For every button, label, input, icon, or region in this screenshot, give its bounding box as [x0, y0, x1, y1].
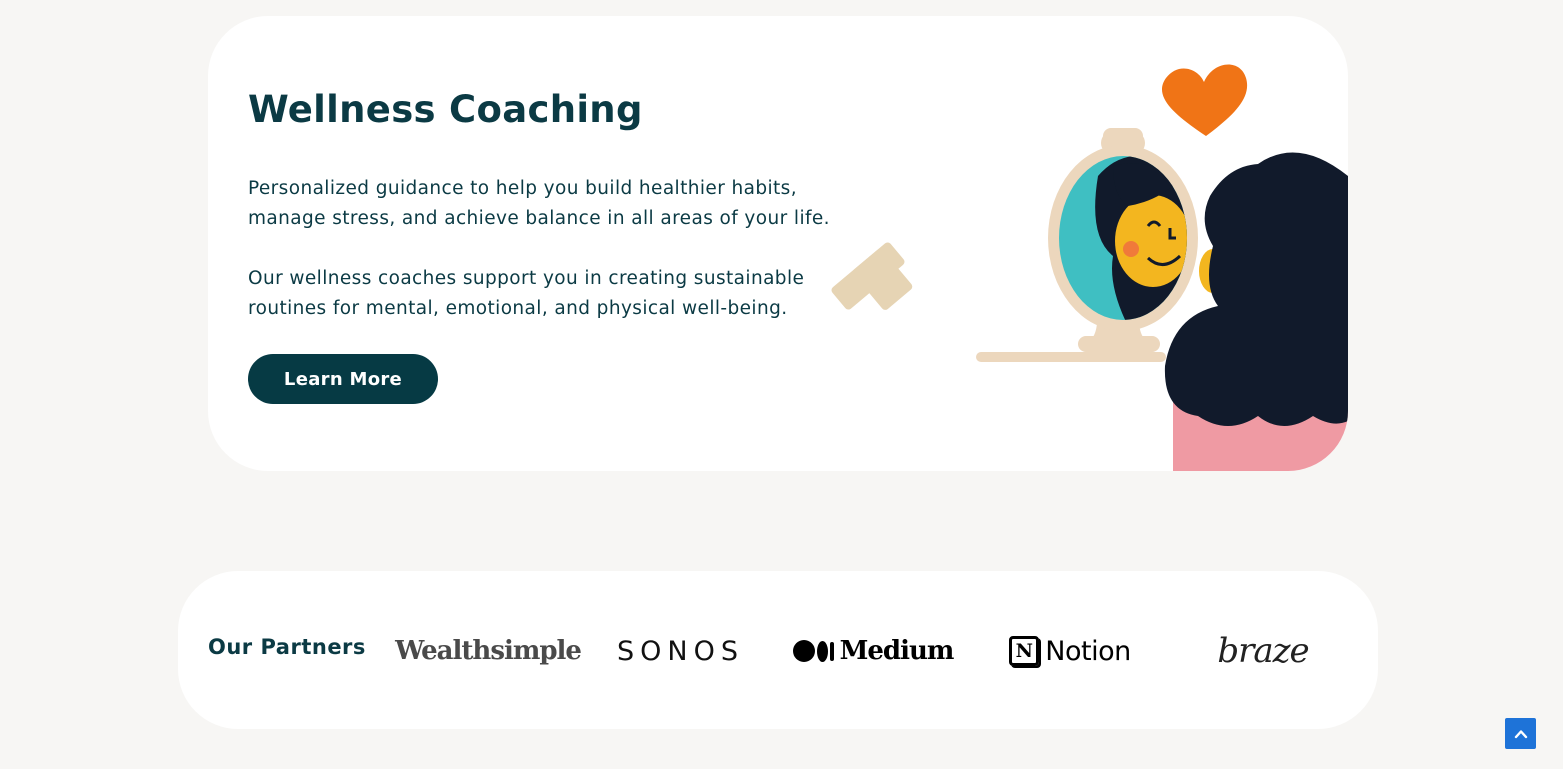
woman-mirror-illustration — [831, 64, 1348, 471]
hero-description-1: Personalized guidance to help you build … — [248, 178, 830, 229]
braze-logo: braze — [1217, 631, 1309, 671]
hero-title: Wellness Coaching — [248, 88, 643, 131]
tape-shape — [831, 242, 913, 310]
notion-logo: N Notion — [1000, 621, 1140, 681]
partners-label: Our Partners — [208, 635, 366, 659]
chevron-up-icon — [1514, 729, 1527, 738]
shelf — [976, 352, 1166, 362]
partners-card: Our Partners Wealthsimple SONOS Medium N… — [178, 571, 1378, 729]
wealthsimple-logo: Wealthsimple — [395, 636, 582, 666]
woman-hair — [1164, 152, 1348, 426]
learn-more-button[interactable]: Learn More — [248, 354, 438, 404]
scroll-to-top-button[interactable] — [1505, 718, 1536, 749]
medium-logo-text: Medium — [839, 636, 955, 666]
page: Wellness Coaching Personalized guidance … — [0, 0, 1563, 769]
heart-icon — [1161, 64, 1248, 136]
medium-logo: Medium — [792, 621, 954, 681]
wellness-coaching-card: Wellness Coaching Personalized guidance … — [208, 16, 1348, 471]
hero-description-2: Our wellness coaches support you in crea… — [248, 268, 805, 319]
sonos-logo: SONOS — [617, 635, 744, 667]
notion-mark-icon: N — [1009, 636, 1040, 666]
notion-logo-text: Notion — [1045, 635, 1131, 667]
medium-mark-icon — [792, 640, 834, 662]
